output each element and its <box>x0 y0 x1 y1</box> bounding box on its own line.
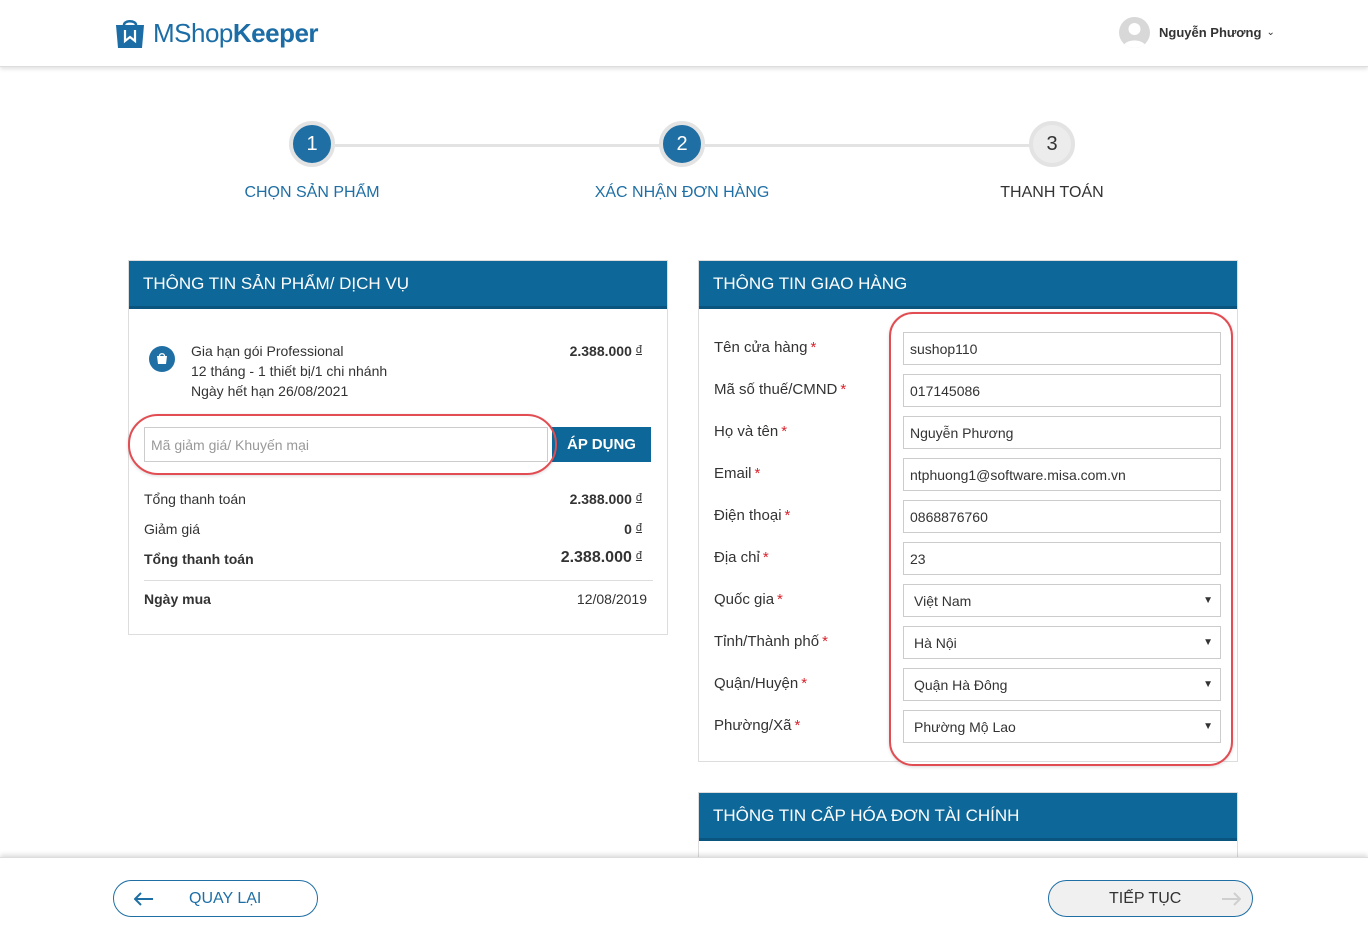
user-icon <box>1123 23 1146 48</box>
province-value: Hà Nội <box>914 634 957 651</box>
avatar <box>1119 17 1150 48</box>
caret-down-icon: ▼ <box>1203 595 1213 606</box>
step-connector <box>335 144 660 147</box>
step-3-circle: 3 <box>1029 121 1075 167</box>
caret-down-icon: ▼ <box>1203 637 1213 648</box>
product-info-panel: THÔNG TIN SẢN PHẨM/ DỊCH VỤ Gia hạn gói … <box>128 260 668 635</box>
divider <box>144 580 653 581</box>
product-name: Gia hạn gói Professional <box>191 343 344 359</box>
user-menu[interactable]: Nguyễn Phương ⌄ <box>1119 17 1275 48</box>
field-label-ward: Phường/Xã * <box>714 717 801 734</box>
step-1-circle: 1 <box>289 121 335 167</box>
subtotal-value: 2.388.000 đ <box>569 491 642 507</box>
top-header: MShopKeeper Nguyễn Phương ⌄ <box>0 0 1368 67</box>
logo-text: MShopKeeper <box>153 18 319 48</box>
full-name-input[interactable]: Nguyễn Phương <box>903 416 1221 449</box>
progress-stepper: 1 CHỌN SẢN PHẨM 2 XÁC NHẬN ĐƠN HÀNG 3 TH… <box>0 120 1368 220</box>
ward-value: Phường Mộ Lao <box>914 718 1016 735</box>
bag-icon <box>157 353 167 364</box>
field-label-phone: Điện thoại * <box>714 507 791 524</box>
total-label: Tổng thanh toán <box>144 551 254 567</box>
caret-down-icon: ▼ <box>1203 679 1213 690</box>
address-input[interactable]: 23 <box>903 542 1221 575</box>
country-value: Việt Nam <box>914 592 972 609</box>
step-3-label: THANH TOÁN <box>1000 184 1104 201</box>
district-value: Quận Hà Đông <box>914 676 1008 693</box>
field-label-address: Địa chỉ * <box>714 549 769 566</box>
field-label-store-name: Tên cửa hàng * <box>714 339 817 356</box>
province-select[interactable]: Hà Nội ▼ <box>903 626 1221 659</box>
user-name: Nguyễn Phương <box>1159 25 1262 40</box>
continue-button-label: TIẾP TỤC <box>1109 889 1182 907</box>
country-select[interactable]: Việt Nam ▼ <box>903 584 1221 617</box>
arrow-left-icon <box>134 891 153 906</box>
step-connector <box>705 144 1030 147</box>
discount-label: Giảm giá <box>144 521 201 537</box>
purchase-date-value: 12/08/2019 <box>576 591 647 607</box>
email-input[interactable]: ntphuong1@software.misa.com.vn <box>903 458 1221 491</box>
continue-button[interactable]: TIẾP TỤC <box>1048 880 1253 917</box>
panel-title: THÔNG TIN GIAO HÀNG <box>699 261 1237 309</box>
shopping-bag-icon <box>116 19 144 48</box>
mshopkeeper-logo[interactable]: MShopKeeper <box>113 18 319 49</box>
store-name-input[interactable]: sushop110 <box>903 332 1221 365</box>
product-expiry: Ngày hết hạn 26/08/2021 <box>191 383 349 399</box>
field-label-email: Email * <box>714 465 761 482</box>
step-2-circle: 2 <box>659 121 705 167</box>
bottom-footer: QUAY LẠI TIẾP TỤC <box>0 857 1368 938</box>
apply-button[interactable]: ÁP DỤNG <box>552 427 651 462</box>
product-detail: 12 tháng - 1 thiết bị/1 chi nhánh <box>191 363 388 379</box>
product-icon <box>149 346 175 372</box>
back-button-label: QUAY LẠI <box>189 889 262 907</box>
total-value: 2.388.000 đ <box>560 549 642 566</box>
purchase-date-label: Ngày mua <box>144 591 211 607</box>
step-1-label: CHỌN SẢN PHẨM <box>244 184 380 201</box>
field-label-tax-id: Mã số thuế/CMND * <box>714 381 847 398</box>
chevron-down-icon: ⌄ <box>1266 27 1275 38</box>
panel-title: THÔNG TIN CẤP HÓA ĐƠN TÀI CHÍNH <box>699 793 1237 841</box>
caret-down-icon: ▼ <box>1203 721 1213 732</box>
field-label-province: Tỉnh/Thành phố * <box>714 633 828 650</box>
discount-value: 0đ <box>624 521 642 537</box>
tax-id-input[interactable]: 017145086 <box>903 374 1221 407</box>
phone-input[interactable]: 0868876760 <box>903 500 1221 533</box>
arrow-right-icon <box>1222 891 1242 906</box>
subtotal-label: Tổng thanh toán <box>144 491 246 507</box>
back-button[interactable]: QUAY LẠI <box>113 880 318 917</box>
delivery-info-panel: THÔNG TIN GIAO HÀNG Tên cửa hàng * sushop… <box>698 260 1238 762</box>
field-label-full-name: Họ và tên * <box>714 423 788 440</box>
ward-select[interactable]: Phường Mộ Lao ▼ <box>903 710 1221 743</box>
field-label-country: Quốc gia * <box>714 591 783 608</box>
panel-title: THÔNG TIN SẢN PHẨM/ DỊCH VỤ <box>129 261 667 309</box>
step-2-label: XÁC NHẬN ĐƠN HÀNG <box>594 184 770 201</box>
product-price: 2.388.000 đ <box>569 343 642 359</box>
promo-code-input[interactable]: Mã giảm giá/ Khuyến mại <box>144 427 548 462</box>
field-label-district: Quận/Huyện * <box>714 675 808 692</box>
district-select[interactable]: Quận Hà Đông ▼ <box>903 668 1221 701</box>
